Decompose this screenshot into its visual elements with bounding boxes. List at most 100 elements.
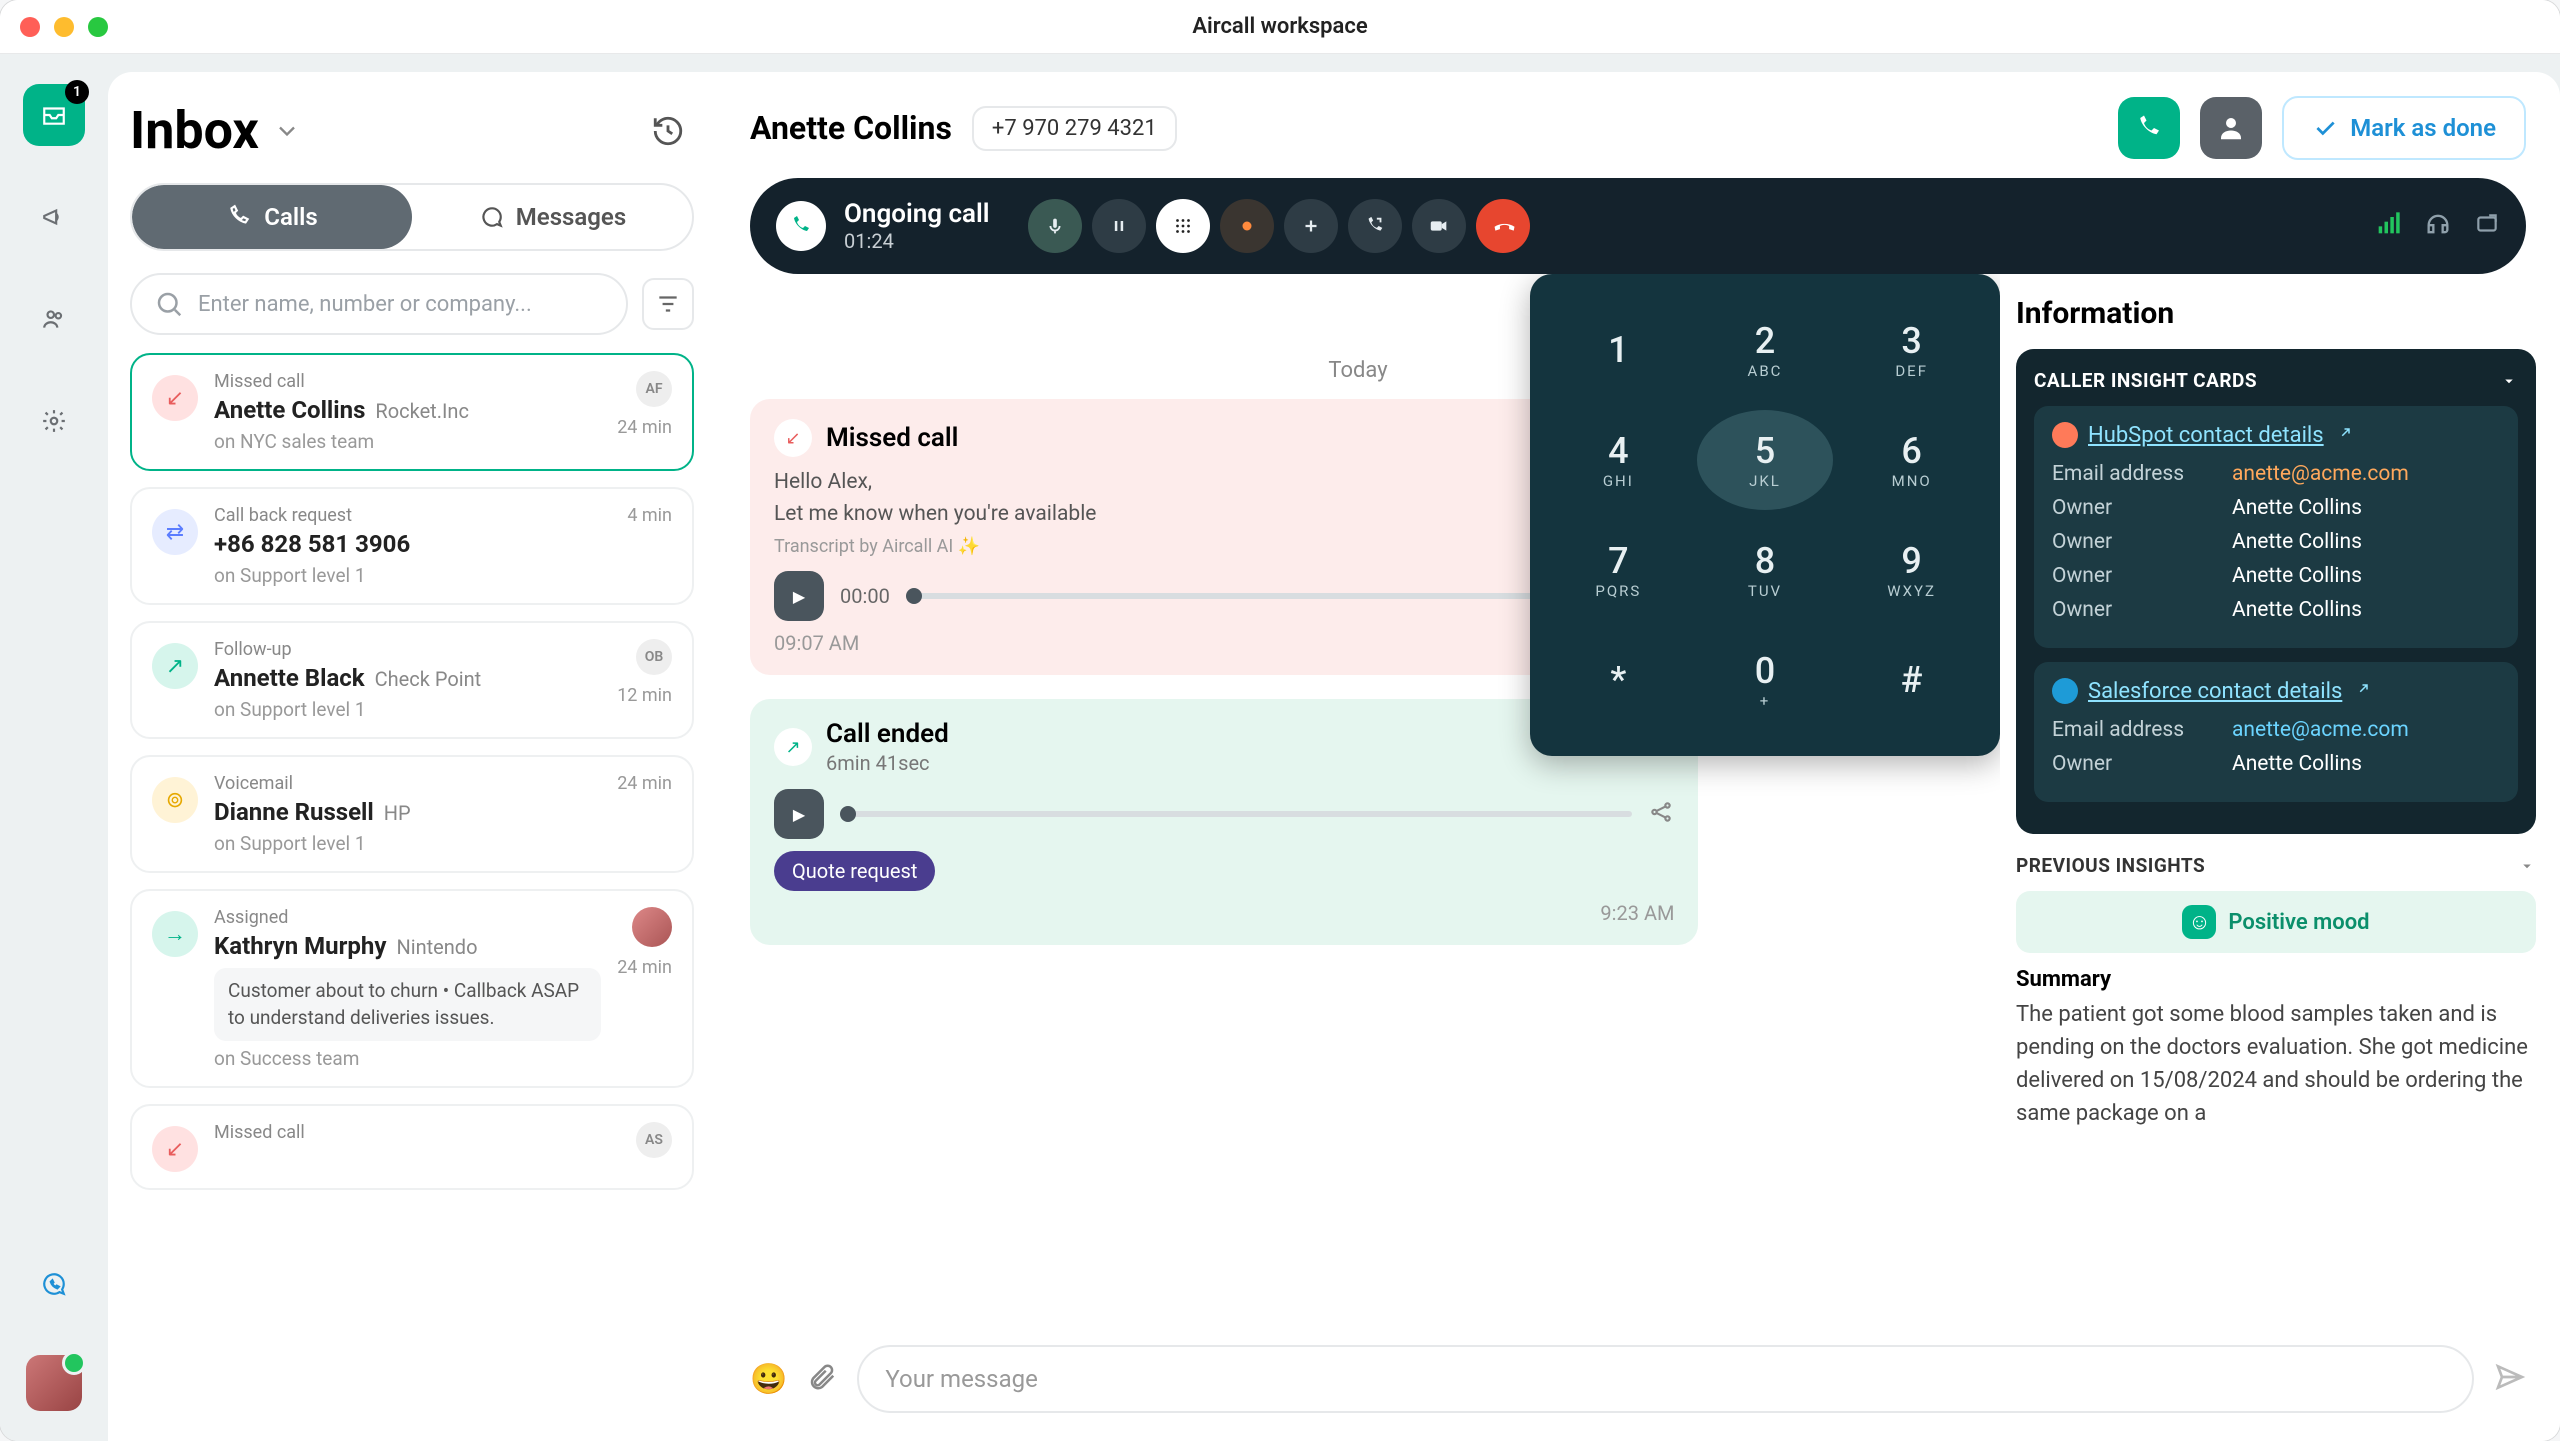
call-ended-duration: 6min 41sec bbox=[826, 751, 949, 775]
audio-track[interactable] bbox=[840, 811, 1632, 817]
dialpad-key-8[interactable]: 8TUV bbox=[1697, 520, 1834, 620]
audio-track[interactable] bbox=[906, 593, 1609, 599]
nav-inbox[interactable]: 1 bbox=[23, 84, 85, 146]
share-button[interactable] bbox=[1648, 799, 1674, 829]
dialpad-key-9[interactable]: 9WXYZ bbox=[1843, 520, 1980, 620]
hangup-button[interactable] bbox=[1476, 199, 1530, 253]
emoji-button[interactable]: 😀 bbox=[750, 1362, 787, 1397]
inbox-item-time: 24 min bbox=[617, 417, 672, 438]
inbox-item-meta: 4 min bbox=[627, 505, 672, 587]
call-tag[interactable]: Quote request bbox=[774, 851, 935, 891]
composer: 😀 Your message bbox=[716, 1327, 2560, 1441]
dialpad-key-5[interactable]: 5JKL bbox=[1697, 410, 1834, 510]
transfer-button[interactable] bbox=[1348, 199, 1402, 253]
dialpad-number: 1 bbox=[1608, 329, 1628, 371]
add-participant-button[interactable] bbox=[1284, 199, 1338, 253]
dialpad-number: 3 bbox=[1901, 320, 1921, 362]
dialpad-key-2[interactable]: 2ABC bbox=[1697, 300, 1834, 400]
call-button[interactable] bbox=[2118, 97, 2180, 159]
mic-icon bbox=[1044, 215, 1066, 237]
inbox-item-tag: Missed call bbox=[214, 1122, 620, 1143]
dialpad-key-1[interactable]: 1 bbox=[1550, 300, 1687, 400]
attach-button[interactable] bbox=[807, 1362, 837, 1396]
tab-calls[interactable]: Calls bbox=[132, 185, 412, 249]
nav-campaigns[interactable] bbox=[23, 186, 85, 248]
message-input[interactable]: Your message bbox=[857, 1345, 2474, 1413]
send-button[interactable] bbox=[2494, 1361, 2526, 1397]
window-controls bbox=[20, 17, 108, 37]
window-title: Aircall workspace bbox=[1192, 14, 1367, 39]
dialpad-key-#[interactable]: # bbox=[1843, 630, 1980, 730]
dialpad-key-3[interactable]: 3DEF bbox=[1843, 300, 1980, 400]
inbox-item[interactable]: ↙ Missed call Anette CollinsRocket.Inc o… bbox=[130, 353, 694, 471]
phone-icon bbox=[226, 204, 252, 230]
share-icon bbox=[1648, 799, 1674, 825]
inbox-item-meta: AF24 min bbox=[617, 371, 672, 453]
info-row-label: Owner bbox=[2052, 564, 2212, 588]
dialpad-key-0[interactable]: 0+ bbox=[1697, 630, 1834, 730]
popout-icon bbox=[2474, 211, 2500, 237]
hold-button[interactable] bbox=[1092, 199, 1146, 253]
inbox-item[interactable]: ↙ Missed call AS bbox=[130, 1104, 694, 1190]
inbox-item[interactable]: ⊚ Voicemail Dianne RussellHP on Support … bbox=[130, 755, 694, 873]
headset-icon bbox=[2424, 210, 2452, 238]
mark-done-button[interactable]: Mark as done bbox=[2282, 96, 2526, 160]
dialpad-key-6[interactable]: 6MNO bbox=[1843, 410, 1980, 510]
video-button[interactable] bbox=[1412, 199, 1466, 253]
assignee-initials: OB bbox=[636, 639, 672, 675]
assignee-avatar bbox=[632, 907, 672, 947]
inbox-item-name: Annette Black bbox=[214, 664, 365, 692]
nav-people[interactable] bbox=[23, 288, 85, 350]
search-input[interactable]: Enter name, number or company... bbox=[130, 273, 628, 335]
inbox-item-name: +86 828 581 3906 bbox=[214, 530, 410, 558]
dialpad-number: # bbox=[1901, 659, 1923, 701]
tab-messages-label: Messages bbox=[516, 203, 626, 231]
record-button[interactable] bbox=[1220, 199, 1274, 253]
mute-button[interactable] bbox=[1028, 199, 1082, 253]
dialpad-number: 5 bbox=[1755, 430, 1775, 472]
inbox-item[interactable]: ↗ Follow-up Annette BlackCheck Point on … bbox=[130, 621, 694, 739]
history-icon bbox=[651, 114, 685, 148]
popout-button[interactable] bbox=[2474, 211, 2500, 241]
play-button[interactable]: ▶ bbox=[774, 789, 824, 839]
tab-messages[interactable]: Messages bbox=[412, 185, 692, 249]
close-window-button[interactable] bbox=[20, 17, 40, 37]
info-row-value[interactable]: anette@acme.com bbox=[2232, 462, 2409, 486]
inbox-item[interactable]: → Assigned Kathryn MurphyNintendo Custom… bbox=[130, 889, 694, 1088]
inbox-item[interactable]: ⇄ Call back request +86 828 581 3906 on … bbox=[130, 487, 694, 605]
caller-insight-header[interactable]: CALLER INSIGHT CARDS bbox=[2034, 369, 2518, 392]
hubspot-link[interactable]: HubSpot contact details bbox=[2052, 422, 2500, 448]
caller-insight-panel: CALLER INSIGHT CARDS HubSpot contact det… bbox=[2016, 349, 2536, 834]
inbox-tabs: Calls Messages bbox=[130, 183, 694, 251]
dialpad-letters: + bbox=[1760, 692, 1771, 710]
caller-insight-label: CALLER INSIGHT CARDS bbox=[2034, 369, 2257, 392]
info-row-value[interactable]: anette@acme.com bbox=[2232, 718, 2409, 742]
plus-icon bbox=[1300, 215, 1322, 237]
main-split: Sales USA Today ↙ Missed call Hello Alex… bbox=[716, 274, 2560, 1327]
filter-button[interactable] bbox=[642, 278, 694, 330]
hubspot-title: HubSpot contact details bbox=[2088, 423, 2324, 448]
minimize-window-button[interactable] bbox=[54, 17, 74, 37]
inbox-title-row[interactable]: Inbox bbox=[130, 100, 301, 161]
dialpad-number: 6 bbox=[1901, 430, 1921, 472]
nav-settings[interactable] bbox=[23, 390, 85, 452]
call-bar: Ongoing call 01:24 bbox=[750, 178, 2526, 274]
fullscreen-window-button[interactable] bbox=[88, 17, 108, 37]
play-button[interactable]: ▶ bbox=[774, 571, 824, 621]
previous-insights-header[interactable]: PREVIOUS INSIGHTS bbox=[2016, 854, 2536, 877]
inbox-item-icon: ⇄ bbox=[152, 509, 198, 555]
dialpad-key-*[interactable]: * bbox=[1550, 630, 1687, 730]
mood-label: Positive mood bbox=[2228, 910, 2369, 935]
user-avatar[interactable] bbox=[26, 1355, 82, 1411]
dialpad-button[interactable] bbox=[1156, 199, 1210, 253]
contact-phone[interactable]: +7 970 279 4321 bbox=[972, 106, 1177, 151]
dialpad-key-4[interactable]: 4GHI bbox=[1550, 410, 1687, 510]
salesforce-link[interactable]: Salesforce contact details bbox=[2052, 678, 2500, 704]
dialpad-key-7[interactable]: 7PQRS bbox=[1550, 520, 1687, 620]
headset-button[interactable] bbox=[2424, 210, 2452, 242]
app-body: 1 Inbox bbox=[0, 54, 2560, 1441]
keypad-icon bbox=[1172, 215, 1194, 237]
assign-button[interactable] bbox=[2200, 97, 2262, 159]
history-button[interactable] bbox=[642, 105, 694, 157]
nav-dialer[interactable] bbox=[23, 1253, 85, 1315]
